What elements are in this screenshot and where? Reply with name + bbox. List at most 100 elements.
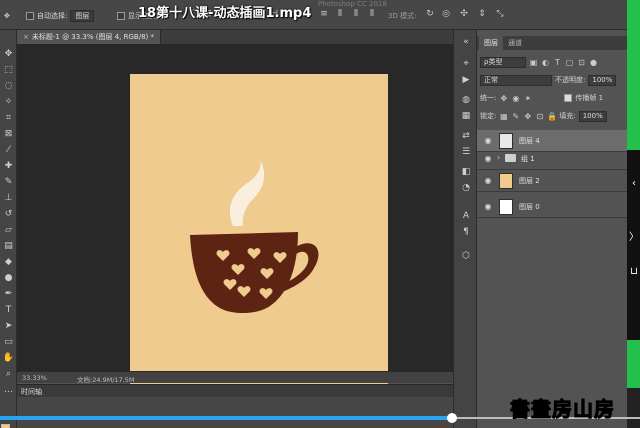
eraser-tool-icon[interactable]: ▱ bbox=[2, 224, 15, 236]
color-panel-icon[interactable]: ◍ bbox=[460, 94, 472, 106]
pen-tool-icon[interactable]: ✒ bbox=[2, 288, 15, 300]
filter-toggle-icon[interactable]: ● bbox=[589, 58, 598, 67]
3d-scale-icon[interactable]: ⤡ bbox=[494, 8, 506, 20]
paths-panel-icon[interactable]: ◔ bbox=[460, 182, 472, 194]
paragraph-panel-icon[interactable]: ¶ bbox=[460, 226, 472, 238]
auto-select-label: 自动选择: bbox=[37, 11, 68, 20]
eyedropper-tool-icon[interactable]: ⁄ bbox=[2, 144, 15, 156]
tab-channels[interactable]: 通道 bbox=[503, 36, 527, 50]
move-tool-icon[interactable]: ✥ bbox=[2, 48, 15, 60]
layer-row-group[interactable]: ◉ › 组 1 bbox=[477, 148, 627, 170]
auto-select-dropdown[interactable]: 图层 bbox=[70, 9, 95, 22]
tab-layers[interactable]: 图层 bbox=[479, 36, 503, 50]
crop-tool-icon[interactable]: ⌗ bbox=[2, 112, 15, 124]
3d-slide-icon[interactable]: ⇕ bbox=[476, 8, 488, 20]
pixel-filter-icon[interactable]: ▣ bbox=[529, 58, 538, 67]
auto-select[interactable]: 自动选择: 图层 bbox=[26, 9, 95, 22]
lock-pixels-icon[interactable]: ✎ bbox=[511, 112, 520, 121]
unify-position-icon[interactable]: ✥ bbox=[499, 94, 508, 103]
adjustments-panel-icon[interactable]: ⇄ bbox=[460, 130, 472, 142]
type-tool-icon[interactable]: T bbox=[2, 304, 15, 316]
lock-artboard-icon[interactable]: ⊡ bbox=[535, 112, 544, 121]
layer-filter-row: ρ类型 ▣ ◐ T ▢ ⊡ ● bbox=[480, 56, 598, 68]
shape-filter-icon[interactable]: ▢ bbox=[565, 58, 574, 67]
zoom-tool-icon[interactable]: ⌕ bbox=[2, 368, 15, 380]
canvas-area[interactable] bbox=[17, 44, 464, 401]
3d-roll-icon[interactable]: ◎ bbox=[440, 8, 452, 20]
unify-style-icon[interactable]: ✶ bbox=[523, 94, 532, 103]
video-progress-played[interactable] bbox=[0, 416, 452, 420]
lock-transparency-icon[interactable]: ▦ bbox=[499, 112, 508, 121]
watermark: 書畫房山房 bbox=[510, 397, 615, 422]
document-tabs: × 未标题-1 @ 33.3% (图层 4, RGB/8) * bbox=[17, 30, 453, 44]
type-filter-icon[interactable]: T bbox=[553, 58, 562, 67]
lock-position-icon[interactable]: ✥ bbox=[523, 112, 532, 121]
magic-wand-tool-icon[interactable]: ✧ bbox=[2, 96, 15, 108]
zoom-level[interactable]: 33.33% bbox=[22, 374, 47, 382]
more-tools-icon[interactable]: … bbox=[2, 384, 15, 396]
path-selection-tool-icon[interactable]: ➤ bbox=[2, 320, 15, 332]
fill-input[interactable]: 100% bbox=[578, 110, 607, 122]
layers-list: ◉ 图层 4 ◉ › 组 1 ◉ 图层 2 ◉ 图层 0 bbox=[477, 130, 627, 250]
frame-tool-icon[interactable]: ⊠ bbox=[2, 128, 15, 140]
brush-tool-icon[interactable]: ✎ bbox=[2, 176, 15, 188]
lock-all-icon[interactable]: 🔒 bbox=[547, 112, 557, 121]
history-brush-tool-icon[interactable]: ↺ bbox=[2, 208, 15, 220]
3d-pan-icon[interactable]: ✣ bbox=[458, 8, 470, 20]
video-progress-knob[interactable] bbox=[447, 413, 457, 423]
character-panel-icon[interactable]: A bbox=[460, 210, 472, 222]
gradient-tool-icon[interactable]: ▤ bbox=[2, 240, 15, 252]
distribute-hcenter-icon[interactable]: ⦀ bbox=[350, 8, 362, 20]
dodge-tool-icon[interactable]: ● bbox=[2, 272, 15, 284]
adjustment-filter-icon[interactable]: ◐ bbox=[541, 58, 550, 67]
eye-icon[interactable]: ◉ bbox=[483, 154, 493, 164]
blur-tool-icon[interactable]: ◆ bbox=[2, 256, 15, 268]
opacity-input[interactable]: 100% bbox=[588, 74, 617, 86]
filter-kind-dropdown[interactable]: ρ类型 bbox=[480, 56, 526, 68]
healing-brush-tool-icon[interactable]: ✚ bbox=[2, 160, 15, 172]
3d-panel-icon[interactable]: ⬡ bbox=[460, 250, 472, 262]
chat-icon[interactable]: ‹ bbox=[629, 178, 639, 189]
eye-icon[interactable]: ◉ bbox=[483, 202, 493, 212]
lock-label: 锁定: bbox=[480, 112, 497, 120]
unify-visibility-icon[interactable]: ◉ bbox=[511, 94, 520, 103]
blend-mode-dropdown[interactable]: 正常 bbox=[480, 74, 552, 86]
styles-panel-icon[interactable]: ◧ bbox=[460, 166, 472, 178]
layer-row[interactable]: ◉ 图层 0 bbox=[477, 196, 627, 218]
propagate-frame-checkbox[interactable] bbox=[564, 94, 573, 102]
timeline-tab[interactable]: 时间轴 bbox=[21, 387, 42, 397]
close-tab-icon[interactable]: × bbox=[23, 33, 29, 41]
marquee-tool-icon[interactable]: ⬚ bbox=[2, 64, 15, 76]
lasso-tool-icon[interactable]: ◌ bbox=[2, 80, 15, 92]
distribute-bottom-icon[interactable]: ≡ bbox=[318, 8, 330, 20]
share-icon[interactable]: 〉 bbox=[629, 228, 639, 243]
show-transform-checkbox[interactable] bbox=[117, 11, 125, 20]
download-icon[interactable]: ⊔ bbox=[629, 266, 639, 277]
history-panel-icon[interactable]: ⌖ bbox=[460, 58, 472, 70]
distribute-left-icon[interactable]: ⦀ bbox=[334, 8, 346, 20]
distribute-right-icon[interactable]: ⦀ bbox=[366, 8, 378, 20]
layers-panel-tabs: 图层 通道 bbox=[477, 36, 627, 50]
swatches-panel-icon[interactable]: ▦ bbox=[460, 110, 472, 122]
3d-rotate-icon[interactable]: ↻ bbox=[424, 8, 436, 20]
rectangle-tool-icon[interactable]: ▭ bbox=[2, 336, 15, 348]
collapse-panels-icon[interactable]: « bbox=[460, 36, 472, 48]
layer-thumbnail bbox=[499, 133, 513, 149]
video-title: 18第十八课-动态插画1.mp4 bbox=[138, 6, 312, 21]
properties-panel-icon[interactable]: ☰ bbox=[460, 146, 472, 158]
chevron-right-icon[interactable]: › bbox=[497, 153, 500, 162]
move-tool-icon[interactable]: ✥ bbox=[4, 9, 10, 22]
layers-panel: 图层 通道 ρ类型 ▣ ◐ T ▢ ⊡ ● 正常 不透明度: 100% 统一: … bbox=[477, 30, 627, 428]
layer-row[interactable]: ◉ 图层 2 bbox=[477, 170, 627, 192]
artboard[interactable] bbox=[130, 74, 388, 401]
document-tab[interactable]: × 未标题-1 @ 33.3% (图层 4, RGB/8) * bbox=[17, 30, 161, 44]
document-info[interactable]: 文档:24.9M/17.5M bbox=[77, 374, 135, 384]
auto-select-checkbox[interactable] bbox=[26, 11, 34, 20]
actions-panel-icon[interactable]: ▶ bbox=[460, 74, 472, 86]
eye-icon[interactable]: ◉ bbox=[483, 136, 493, 146]
clone-stamp-tool-icon[interactable]: ⊥ bbox=[2, 192, 15, 204]
layer-name: 图层 4 bbox=[519, 137, 540, 145]
hand-tool-icon[interactable]: ✋ bbox=[2, 352, 15, 364]
smart-object-filter-icon[interactable]: ⊡ bbox=[577, 58, 586, 67]
eye-icon[interactable]: ◉ bbox=[483, 176, 493, 186]
